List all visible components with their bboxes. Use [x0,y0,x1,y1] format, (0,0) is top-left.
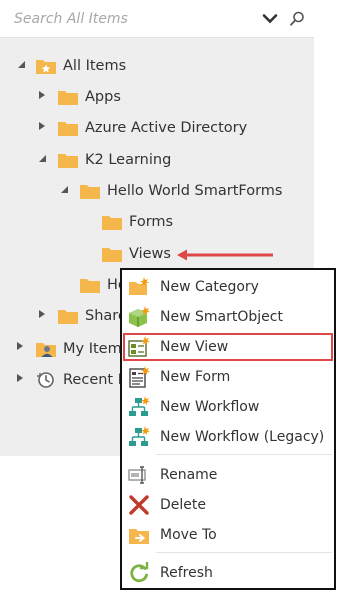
folder-icon [80,279,100,293]
menu-item-new-form[interactable]: New Form [124,364,332,390]
menu-separator [156,552,332,553]
folder-icon [80,185,100,199]
collapsed-arrow-icon[interactable] [37,309,47,319]
tree-item-all-items[interactable]: All Items [35,52,126,80]
tree-item-forms[interactable]: Forms [101,208,173,236]
tree-item-recent-items[interactable]: Recent It [35,366,128,394]
folder-icon [102,216,122,230]
menu-item-label: Delete [160,497,206,513]
menu-item-new-category[interactable]: New Category [124,274,332,300]
user-icon [36,343,56,357]
menu-item-label: New SmartObject [160,309,283,325]
menu-item-label: Rename [160,467,218,483]
chevron-down-icon[interactable] [261,10,279,28]
new-workflow-legacy-icon [129,426,150,446]
folder-icon [58,122,78,136]
refresh-icon [130,562,149,583]
menu-item-rename[interactable]: Rename [124,462,332,488]
new-form-icon [129,366,150,388]
menu-item-refresh[interactable]: Refresh [124,560,332,586]
folder-icon [58,91,78,105]
folder-icon [58,310,78,324]
collapsed-arrow-icon[interactable] [15,373,25,383]
menu-item-label: New Category [160,279,259,295]
delete-icon [129,495,149,515]
menu-item-label: New Form [160,369,231,385]
clock-icon [37,372,54,388]
collapsed-arrow-icon[interactable] [15,341,25,351]
search-input[interactable] [8,8,260,30]
context-menu: New Category New SmartObject New View Ne… [120,268,336,590]
tree-item-label: Forms [129,214,174,230]
tree-item-shared-truncated[interactable]: Share [57,302,127,330]
star-folder-icon [36,60,56,74]
tree-item-views[interactable]: Views [101,240,171,268]
new-category-icon [129,277,149,295]
tree-item-my-items[interactable]: My Items [35,335,129,363]
menu-item-new-smartobject[interactable]: New SmartObject [124,304,332,330]
tree-item-azure-active-directory[interactable]: Azure Active Directory [57,114,247,142]
menu-item-label: Refresh [160,565,213,581]
tree-item-hello-world-smartforms[interactable]: Hello World SmartForms [79,177,282,205]
menu-item-label: New Workflow [160,399,260,415]
menu-item-move-to[interactable]: Move To [124,522,332,548]
menu-item-label: New Workflow (Legacy) [160,429,325,445]
menu-item-new-view[interactable]: New View [123,333,333,361]
rename-icon [128,466,146,484]
tree-item-label: Views [129,246,171,262]
menu-item-new-workflow-legacy[interactable]: New Workflow (Legacy) [124,424,332,450]
annotation-arrow-icon [177,249,273,261]
tree-item-label: Hello World SmartForms [107,183,283,199]
collapsed-arrow-icon[interactable] [37,90,47,100]
tree-item-apps[interactable]: Apps [57,83,121,111]
new-workflow-icon [129,396,150,416]
expanded-arrow-icon[interactable] [16,59,26,69]
collapsed-arrow-icon[interactable] [37,121,47,131]
tree-item-label: Recent It [63,372,128,388]
menu-item-label: Move To [160,527,217,543]
menu-separator [156,454,332,455]
tree-item-label: Apps [85,89,121,105]
search-bar [0,0,314,38]
new-smartobject-icon [129,306,150,327]
expanded-arrow-icon[interactable] [59,184,69,194]
new-view-icon [128,336,150,357]
tree-item-label: Azure Active Directory [85,120,248,136]
tree-item-k2-learning[interactable]: K2 Learning [57,146,171,174]
menu-item-delete[interactable]: Delete [124,492,332,518]
menu-item-new-workflow[interactable]: New Workflow [124,394,332,420]
search-icon[interactable] [288,10,306,28]
tree-item-label: All Items [63,58,127,74]
expanded-arrow-icon[interactable] [37,153,47,163]
folder-icon [58,154,78,168]
tree-item-label: K2 Learning [85,152,172,168]
move-to-icon [129,529,149,544]
folder-icon [102,248,122,262]
menu-item-label: New View [160,339,229,355]
